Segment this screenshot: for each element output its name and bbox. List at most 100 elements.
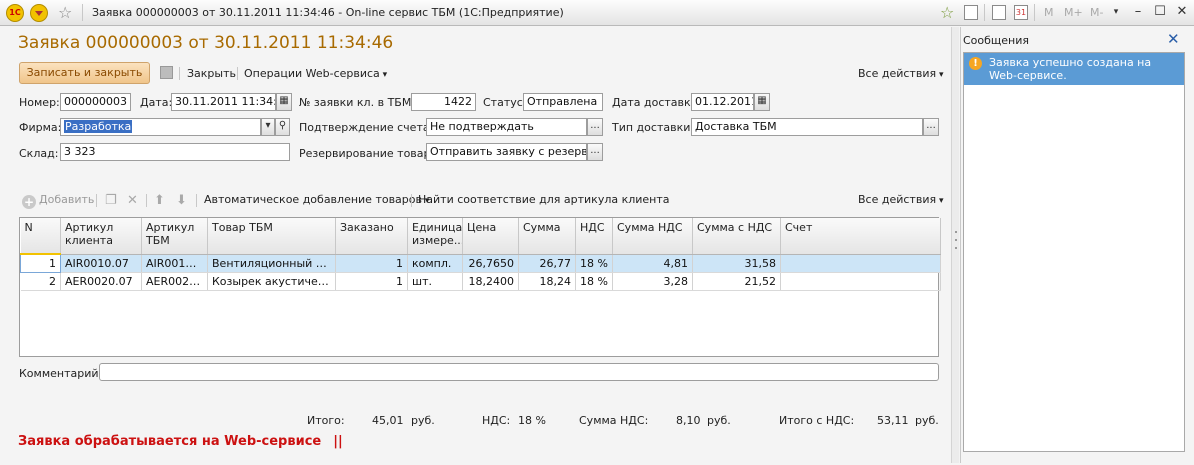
table-row[interactable]: 1 AIR0010.07 AIR0010.07 Вентиляционный к… — [20, 253, 941, 273]
column-header[interactable]: НДС — [575, 218, 613, 255]
calendar-icon[interactable]: 31 — [1014, 5, 1028, 20]
table-cell[interactable]: 1 — [20, 253, 61, 273]
processing-status-message: Заявка обрабатывается на Web-сервисе || — [18, 434, 343, 449]
status-field[interactable]: Отправлена — [523, 93, 603, 111]
delivery-date-field[interactable]: 01.12.2011 — [691, 93, 754, 111]
table-cell[interactable]: 31,58 — [692, 254, 781, 273]
grid-all-actions-menu[interactable]: Все действия — [858, 193, 943, 206]
table-cell[interactable]: 4,81 — [612, 254, 693, 273]
close-window-button[interactable]: ✕ — [1174, 4, 1190, 20]
close-messages-icon[interactable]: ✕ — [1167, 30, 1180, 48]
firm-dropdown-button[interactable]: ▾ — [261, 118, 275, 136]
move-down-icon[interactable]: ⬇ — [176, 193, 187, 208]
delivery-type-field[interactable]: Доставка ТБМ — [691, 118, 923, 136]
column-header[interactable]: Заказано — [335, 218, 408, 255]
document-link-icon[interactable] — [964, 5, 978, 20]
table-cell[interactable]: 21,52 — [692, 272, 781, 291]
move-up-icon[interactable]: ⬆ — [154, 193, 165, 208]
warehouse-field[interactable]: 3 323 — [60, 143, 290, 161]
number-field[interactable]: 000000003 — [60, 93, 131, 111]
panel-splitter[interactable] — [951, 27, 959, 463]
table-row[interactable]: 2 AER0020.07 AER0020.... Козырек акустич… — [20, 272, 941, 291]
confirm-select-button[interactable]: ... — [587, 118, 603, 136]
table-cell[interactable]: AER0020.... — [141, 272, 208, 291]
table-cell[interactable]: 3,28 — [612, 272, 693, 291]
table-cell[interactable]: Козырек акустическ... — [207, 272, 336, 291]
column-header[interactable]: Сумма с НДС — [692, 218, 781, 255]
reserve-field[interactable]: Отправить заявку с резервиро — [426, 143, 587, 161]
window-titlebar: 1С ☆ Заявка 000000003 от 30.11.2011 11:3… — [0, 0, 1194, 26]
reserve-select-button[interactable]: ... — [587, 143, 603, 161]
find-match-button[interactable]: Найти соответствие для артикула клиента — [418, 193, 670, 206]
add-row-button[interactable]: + Добавить — [22, 193, 94, 209]
table-cell[interactable]: шт. — [407, 272, 463, 291]
messages-list: ! Заявка успешно создана на Web-сервисе. — [963, 52, 1185, 452]
toolbar-separator — [237, 67, 238, 80]
date-field[interactable]: 30.11.2011 11:34:46 — [171, 93, 276, 111]
table-cell[interactable]: 18 % — [575, 272, 613, 291]
table-cell[interactable]: AIR0010.07 — [60, 254, 142, 273]
column-header[interactable]: Цена — [462, 218, 519, 255]
table-cell[interactable]: Вентиляционный кла... — [207, 254, 336, 273]
column-header[interactable]: Артикул ТБМ — [141, 218, 208, 255]
add-plus-icon: + — [22, 195, 36, 209]
add-favorite-icon[interactable]: ☆ — [940, 3, 954, 22]
close-button[interactable]: Закрыть — [187, 67, 236, 80]
table-cell[interactable]: 26,77 — [518, 254, 576, 273]
copy-row-icon[interactable]: ❐ — [105, 193, 117, 208]
column-header[interactable]: N — [20, 218, 61, 255]
table-cell[interactable]: AER0020.07 — [60, 272, 142, 291]
firm-field[interactable]: Разработка — [60, 118, 261, 136]
number-label: Номер: — [19, 96, 60, 109]
app-logo-icon[interactable]: 1С — [6, 4, 24, 22]
table-cell[interactable] — [780, 254, 941, 273]
total-currency: руб. — [411, 414, 435, 427]
all-actions-menu[interactable]: Все действия — [858, 67, 943, 80]
column-header[interactable]: Сумма НДС — [612, 218, 693, 255]
toolbar-separator — [411, 194, 412, 207]
table-cell[interactable]: 18,24 — [518, 272, 576, 291]
minimize-button[interactable]: – — [1130, 4, 1146, 20]
dropdown-arrow-icon[interactable]: ▾ — [1108, 4, 1124, 20]
save-disk-icon[interactable] — [160, 66, 173, 79]
favorite-star-icon[interactable]: ☆ — [58, 3, 72, 22]
column-header[interactable]: Артикул клиента — [60, 218, 142, 255]
confirm-field[interactable]: Не подтверждать — [426, 118, 587, 136]
column-header[interactable]: Товар ТБМ — [207, 218, 336, 255]
products-table[interactable]: N Артикул клиента Артикул ТБМ Товар ТБМ … — [19, 217, 941, 357]
message-item[interactable]: ! Заявка успешно создана на Web-сервисе. — [964, 53, 1184, 85]
firm-value: Разработка — [64, 120, 133, 133]
toolbar-separator — [196, 194, 197, 207]
auto-add-products-menu[interactable]: Автоматическое добавление товаров — [204, 193, 429, 206]
table-cell[interactable] — [780, 272, 941, 291]
delivery-date-calendar-button[interactable]: ▦ — [754, 93, 770, 111]
table-cell[interactable]: 1 — [335, 272, 408, 291]
column-header[interactable]: Счет — [780, 218, 941, 255]
comment-field[interactable] — [99, 363, 939, 381]
firm-search-icon[interactable]: ⚲ — [275, 118, 290, 136]
memory-mplus-button[interactable]: M+ — [1064, 6, 1083, 19]
delete-row-icon[interactable]: ✕ — [127, 193, 138, 208]
memory-mminus-button[interactable]: M- — [1090, 6, 1103, 19]
table-cell[interactable]: AIR0010.07 — [141, 254, 208, 273]
date-calendar-button[interactable]: ▦ — [276, 93, 292, 111]
column-header[interactable]: Сумма — [518, 218, 576, 255]
column-header[interactable]: Единица измере... — [407, 218, 463, 255]
save-and-close-button[interactable]: Записать и закрыть — [19, 62, 150, 84]
client-order-field[interactable]: 1422 — [411, 93, 476, 111]
web-service-operations-menu[interactable]: Операции Web-сервиса — [244, 67, 387, 80]
comment-label: Комментарий: — [19, 367, 103, 380]
table-cell[interactable]: 2 — [20, 272, 61, 291]
table-cell[interactable]: 18 % — [575, 254, 613, 273]
calculator-icon[interactable] — [992, 5, 1006, 20]
table-cell[interactable]: 18,2400 — [462, 272, 519, 291]
table-cell[interactable]: 1 — [335, 254, 408, 273]
document-form: Заявка 000000003 от 30.11.2011 11:34:46 … — [10, 27, 950, 463]
page-title: Заявка 000000003 от 30.11.2011 11:34:46 — [18, 33, 394, 53]
table-cell[interactable]: 26,7650 — [462, 254, 519, 273]
maximize-button[interactable]: ☐ — [1152, 4, 1168, 20]
main-menu-icon[interactable] — [30, 4, 48, 22]
memory-m-button[interactable]: M — [1044, 6, 1054, 19]
table-cell[interactable]: компл. — [407, 254, 463, 273]
delivery-type-select-button[interactable]: ... — [923, 118, 939, 136]
